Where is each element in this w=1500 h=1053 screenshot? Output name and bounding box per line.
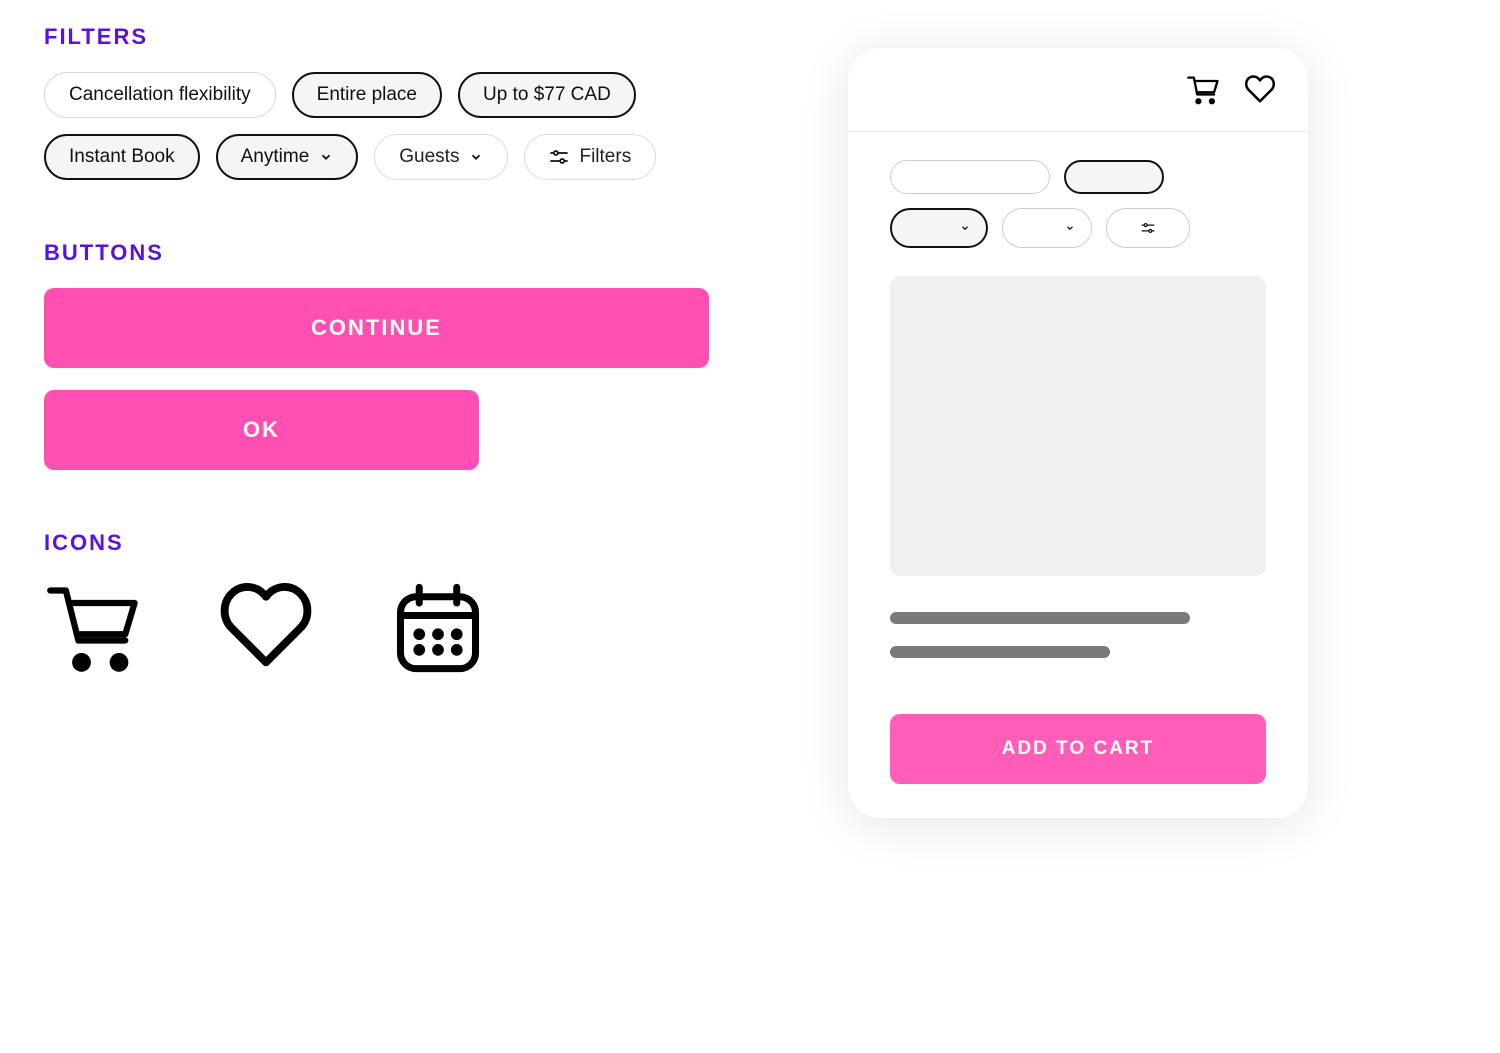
chip-label: Cancellation flexibility	[69, 84, 251, 106]
section-title-filters: FILTERS	[44, 24, 764, 50]
chip-label: Filters	[579, 146, 631, 168]
mini-chip-filters[interactable]	[1106, 208, 1190, 248]
chip-label: Entire place	[317, 84, 417, 106]
preview-card: ADD TO CART	[848, 48, 1308, 818]
calendar-icon	[388, 578, 488, 678]
icon-showcase-row	[44, 578, 764, 678]
card-filter-row	[890, 160, 1266, 248]
cart-icon[interactable]	[1186, 74, 1222, 106]
chip-anytime-dropdown[interactable]: Anytime	[216, 134, 359, 180]
mini-chip-dropdown[interactable]	[890, 208, 988, 248]
chevron-down-icon	[319, 150, 333, 164]
mini-chip-selected[interactable]	[1064, 160, 1164, 194]
ok-button[interactable]: OK	[44, 390, 479, 470]
sliders-icon	[1141, 222, 1155, 234]
filter-chip-row: Cancellation flexibility Entire place Up…	[44, 72, 764, 180]
chevron-down-icon	[469, 150, 483, 164]
chip-filters-toggle[interactable]: Filters	[524, 134, 656, 180]
add-to-cart-button[interactable]: ADD TO CART	[890, 714, 1266, 784]
chevron-down-icon	[1065, 223, 1075, 233]
continue-button[interactable]: CONTINUE	[44, 288, 709, 368]
cart-icon	[44, 578, 144, 678]
section-title-buttons: BUTTONS	[44, 240, 764, 266]
chip-label: Up to $77 CAD	[483, 84, 611, 106]
section-title-icons: ICONS	[44, 530, 764, 556]
chip-label: Anytime	[241, 146, 310, 168]
chip-label: Instant Book	[69, 146, 175, 168]
text-placeholder-line	[890, 646, 1110, 658]
chip-price-max[interactable]: Up to $77 CAD	[458, 72, 636, 118]
sliders-icon	[549, 149, 569, 165]
heart-icon	[216, 578, 316, 678]
card-header	[848, 48, 1308, 132]
chip-cancellation-flexibility[interactable]: Cancellation flexibility	[44, 72, 276, 118]
heart-icon[interactable]	[1242, 74, 1278, 106]
text-placeholder-line	[890, 612, 1190, 624]
image-placeholder	[890, 276, 1266, 576]
chip-instant-book[interactable]: Instant Book	[44, 134, 200, 180]
mini-chip-dropdown[interactable]	[1002, 208, 1092, 248]
mini-chip[interactable]	[890, 160, 1050, 194]
chip-entire-place[interactable]: Entire place	[292, 72, 442, 118]
chip-guests-dropdown[interactable]: Guests	[374, 134, 508, 180]
chevron-down-icon	[960, 223, 970, 233]
chip-label: Guests	[399, 146, 459, 168]
